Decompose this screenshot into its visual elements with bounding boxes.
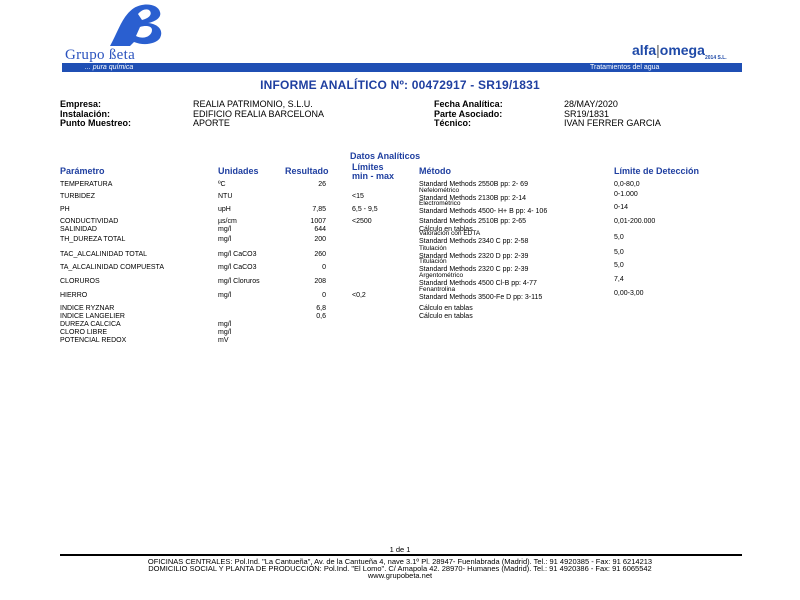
col-limites-range: min - max	[352, 171, 395, 181]
col-unidades: Unidades	[218, 166, 259, 176]
row-metodo-line-1: Valoración con EDTA	[419, 230, 481, 237]
row-parametro: TURBIDEZ	[60, 193, 95, 200]
row-unidades: mg/l	[218, 321, 232, 328]
row-deteccion: 0,0-80,0	[614, 181, 640, 188]
row-unidades: mV	[218, 337, 229, 344]
row-metodo-line-1: Nefelométrico	[419, 187, 460, 194]
fecha-label: Fecha Analítica:	[434, 99, 503, 109]
row-deteccion: 0-1.000	[614, 191, 638, 198]
row-unidades: mg/l Cloruros	[218, 278, 260, 285]
row-metodo: Cálculo en tablas	[419, 305, 473, 312]
row-parametro: DUREZA CALCICA	[60, 321, 121, 328]
row-deteccion: 5,0	[614, 262, 624, 269]
row-resultado: 644	[314, 226, 326, 233]
partner-name-left: alfa	[632, 42, 657, 58]
row-unidades: NTU	[218, 193, 233, 200]
row-metodo-line-2: Standard Methods 3500-Fe D pp: 3-115	[419, 294, 543, 301]
row-parametro: TAC_ALCALINIDAD TOTAL	[60, 251, 148, 258]
row-deteccion: 0,00-3,00	[614, 290, 644, 297]
row-unidades: ºC	[218, 181, 226, 188]
partner-name-right: omega	[659, 42, 705, 58]
page-number: 1 de 1	[389, 545, 411, 554]
row-parametro: SALINIDAD	[60, 226, 97, 233]
row-resultado: 7,85	[312, 206, 326, 213]
col-parametro: Parámetro	[60, 166, 105, 176]
row-metodo-line-1: Fenantrolina	[419, 286, 456, 293]
row-parametro: CLORUROS	[60, 278, 100, 285]
row-unidades: mg/l CaCO3	[218, 251, 257, 258]
col-metodo: Método	[419, 166, 451, 176]
row-resultado: 26	[318, 181, 326, 188]
row-parametro: CONDUCTIVIDAD	[60, 218, 119, 225]
report-title: INFORME ANALÍTICO Nº: 00472917 - SR19/18…	[260, 78, 540, 92]
row-limites: 6,5 - 9,5	[352, 206, 378, 213]
row-metodo-line-1: Electrométrico	[419, 200, 461, 207]
row-unidades: mg/l	[218, 292, 232, 299]
row-parametro: POTENCIAL REDOX	[60, 337, 127, 344]
row-parametro: CLORO LIBRE	[60, 329, 108, 336]
row-parametro: TA_ALCALINIDAD COMPUESTA	[60, 264, 164, 271]
row-resultado: 0	[322, 292, 326, 299]
row-deteccion: 5,0	[614, 234, 624, 241]
grupo-beta-logo-icon	[110, 4, 162, 46]
row-unidades: mg/l	[218, 236, 232, 243]
footer-website: www.grupobeta.net	[367, 571, 433, 580]
row-resultado: 208	[314, 278, 326, 285]
row-unidades: mg/l	[218, 329, 232, 336]
row-metodo-line-1: Argentométrico	[419, 272, 464, 279]
row-resultado: 6,8	[316, 305, 326, 312]
row-parametro: INDICE RYZNAR	[60, 305, 115, 312]
row-resultado: 0,6	[316, 313, 326, 320]
row-metodo-line-2: Standard Methods 4500- H+ B pp: 4- 106	[419, 208, 548, 215]
row-resultado: 200	[314, 236, 326, 243]
row-resultado: 0	[322, 264, 326, 271]
empresa-label: Empresa:	[60, 99, 102, 109]
row-deteccion: 0,01-200.000	[614, 218, 656, 225]
col-resultado: Resultado	[285, 166, 329, 176]
row-unidades: upH	[218, 206, 231, 213]
bar-right-text: Tratamientos del agua	[590, 64, 660, 71]
row-parametro: PH	[60, 206, 70, 213]
row-resultado: 1007	[310, 218, 326, 225]
row-metodo-line-1: Titulación	[419, 245, 447, 252]
section-title: Datos Analíticos	[350, 151, 421, 161]
footer-divider	[60, 554, 742, 556]
col-deteccion: Límite de Detección	[614, 166, 700, 176]
tecnico-value: IVAN FERRER GARCIA	[564, 118, 661, 128]
punto-value: APORTE	[193, 118, 230, 128]
row-unidades: mg/l	[218, 226, 232, 233]
tecnico-label: Técnico:	[434, 118, 472, 128]
row-metodo: Standard Methods 2510B pp: 2-65	[419, 218, 527, 225]
row-metodo-line-1: Titulación	[419, 258, 447, 265]
row-parametro: TH_DUREZA TOTAL	[60, 236, 126, 243]
row-deteccion: 5,0	[614, 249, 624, 256]
row-parametro: HIERRO	[60, 292, 88, 299]
row-limites: <15	[352, 193, 364, 200]
row-unidades: mg/l CaCO3	[218, 264, 257, 271]
row-metodo: Cálculo en tablas	[419, 313, 473, 320]
brand-tagline: ... pura química	[85, 64, 134, 71]
row-deteccion: 0-14	[614, 204, 629, 211]
row-limites: <0,2	[352, 292, 366, 299]
empresa-value: REALIA PATRIMONIO, S.L.U.	[193, 99, 313, 109]
row-deteccion: 7,4	[614, 276, 624, 283]
brand-name: Grupo ßeta	[65, 47, 136, 63]
fecha-value: 28/MAY/2020	[564, 99, 618, 109]
partner-logo: alfa|omega	[632, 42, 705, 58]
row-limites: <2500	[352, 218, 372, 225]
row-parametro: INDICE LANGELIER	[60, 313, 125, 320]
row-resultado: 260	[314, 251, 326, 258]
partner-sub: 2014 S.L.	[705, 55, 727, 61]
row-unidades: µs/cm	[218, 218, 237, 225]
punto-label: Punto Muestreo:	[60, 118, 131, 128]
row-parametro: TEMPERATURA	[60, 181, 113, 188]
